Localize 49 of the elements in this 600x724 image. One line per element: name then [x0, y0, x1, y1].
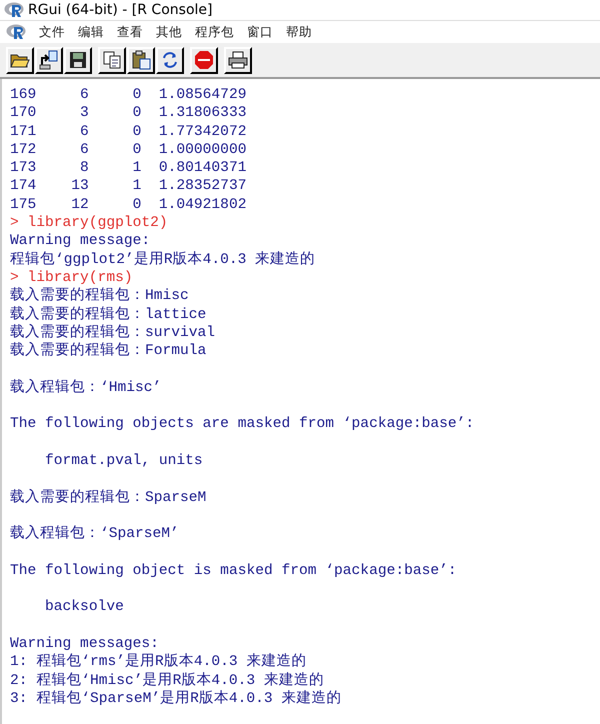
menu-item[interactable]: 窗口: [247, 24, 273, 40]
output-line: 载入需要的程辑包：Hmisc: [10, 287, 189, 306]
menu-item[interactable]: 查看: [117, 24, 143, 40]
output-line: Warning message:: [10, 232, 150, 251]
output-line: 载入需要的程辑包：lattice: [10, 306, 206, 324]
menu-item[interactable]: 程序包: [195, 24, 234, 40]
printer-icon: [228, 50, 248, 70]
menu-item[interactable]: 其他: [156, 24, 182, 40]
output-line: 载入程辑包：‘Hmisc’: [10, 378, 162, 398]
output-line: 载入需要的程辑包：survival: [10, 324, 216, 342]
save-button[interactable]: [64, 46, 92, 74]
stop-sign-icon: [194, 50, 214, 70]
menu-item[interactable]: 文件: [39, 24, 65, 40]
output-line: 172 6 0 1.00000000: [10, 140, 246, 160]
copy-icon: [102, 50, 122, 70]
output-line: The following object is masked from ‘package:base’:: [10, 562, 457, 580]
window-title: RGui (64-bit) - [R Console]: [28, 2, 212, 18]
refresh-icon: [160, 50, 180, 70]
output-line: 175 12 0 1.04921802: [10, 196, 246, 214]
output-line: 3: 程辑包‘SparseM’是用R版本4.0.3 来建造的: [10, 690, 342, 708]
paste-button[interactable]: [127, 46, 155, 74]
load-button[interactable]: [35, 46, 63, 74]
copy-button[interactable]: [98, 46, 126, 74]
output-line: Warning messages:: [10, 634, 159, 653]
print-button[interactable]: [224, 46, 252, 74]
command-line: > library(rms): [10, 268, 133, 287]
output-line: 169 6 0 1.08564729: [10, 86, 246, 104]
output-line: 载入需要的程辑包：SparseM: [10, 488, 206, 507]
document-arrow-icon: [39, 50, 59, 70]
menu-item[interactable]: 编辑: [78, 24, 104, 40]
output-line: 载入程辑包：‘SparseM’: [10, 525, 179, 544]
output-line: 173 8 1 0.80140371: [10, 159, 246, 178]
output-line: format.pval, units: [44, 452, 203, 470]
output-line: 174 13 1 1.28352737: [10, 177, 246, 196]
output-line: The following objects are masked from ‘package:base’:: [10, 415, 474, 434]
r-logo-icon[interactable]: [6, 24, 26, 40]
clipboard-icon: [131, 50, 151, 70]
output-line: 1: 程辑包‘rms’是用R版本4.0.3 来建造的: [10, 653, 306, 672]
open-button[interactable]: [6, 46, 34, 74]
refresh-button[interactable]: [156, 46, 184, 74]
output-line: 171 6 0 1.77342072: [10, 122, 246, 141]
menu-item[interactable]: 帮助: [286, 24, 312, 40]
output-line: backsolve: [44, 598, 124, 617]
output-line: 2: 程辑包‘Hmisc’是用R版本4.0.3 来建造的: [10, 672, 324, 690]
output-line: 载入需要的程辑包：Formula: [10, 342, 206, 360]
stop-button[interactable]: [190, 46, 218, 74]
command-line: > library(ggplot2): [10, 214, 168, 232]
output-line: 程辑包‘ggplot2’是用R版本4.0.3 来建造的: [10, 250, 316, 269]
output-line: 170 3 0 1.31806333: [10, 104, 246, 123]
